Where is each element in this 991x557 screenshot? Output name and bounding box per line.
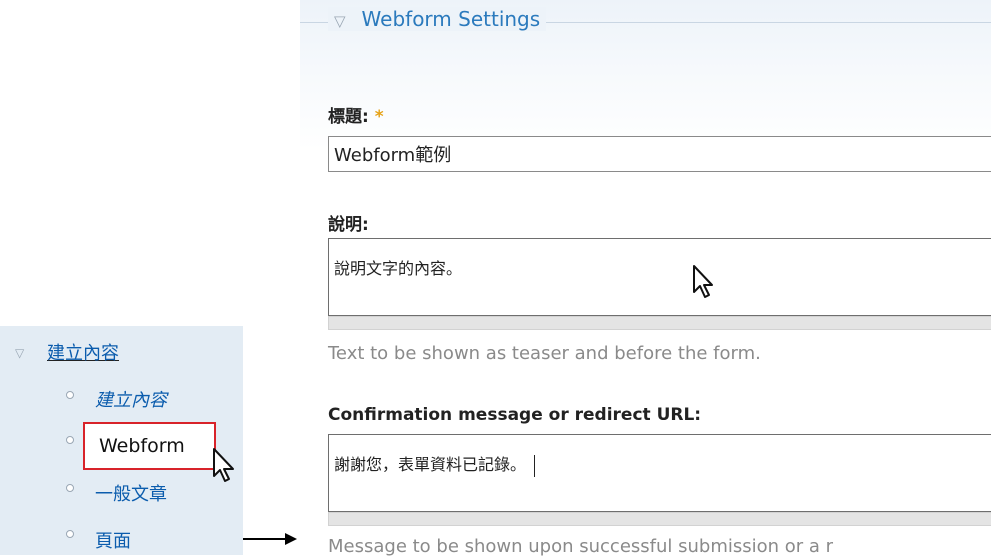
- nav-bullet-icon: [66, 391, 74, 399]
- mouse-pointer-icon: [693, 265, 713, 298]
- description-value: 說明文字的內容。: [334, 259, 463, 278]
- collapse-triangle-icon[interactable]: ▽: [334, 12, 346, 30]
- description-help-text: Text to be shown as teaser and before th…: [328, 343, 761, 364]
- confirmation-value: 謝謝您，表單資料已記錄。: [334, 455, 527, 474]
- nav-item-label[interactable]: 頁面: [95, 531, 131, 552]
- confirmation-resize-grip[interactable]: [328, 512, 991, 526]
- confirmation-help-text: Message to be shown upon successful subm…: [328, 536, 834, 557]
- description-resize-grip[interactable]: [328, 316, 991, 330]
- required-marker: *: [374, 107, 384, 127]
- text-caret: [534, 454, 536, 477]
- title-label: 標題: *: [328, 102, 384, 127]
- expand-triangle-icon[interactable]: ▽: [15, 346, 24, 360]
- webform-settings-panel: ▽ Webform Settings 標題: * Webform範例 說明: 說明…: [300, 0, 991, 557]
- nav-bullet-icon: [66, 436, 74, 444]
- nav-parent-label[interactable]: 建立內容: [47, 343, 119, 364]
- description-textarea[interactable]: 說明文字的內容。: [328, 238, 991, 316]
- nav-item-page[interactable]: 頁面: [95, 527, 131, 553]
- nav-item-label[interactable]: Webform: [99, 435, 185, 457]
- nav-item-label[interactable]: 一般文章: [95, 484, 167, 505]
- arrow-line: [243, 538, 285, 540]
- description-label: 說明:: [328, 215, 369, 235]
- fieldset-legend[interactable]: ▽ Webform Settings: [328, 7, 547, 31]
- confirmation-textarea[interactable]: 謝謝您，表單資料已記錄。: [328, 434, 991, 512]
- nav-item-create-content[interactable]: 建立內容: [95, 386, 167, 412]
- nav-item-label[interactable]: 建立內容: [95, 390, 167, 411]
- fieldset-legend-text[interactable]: Webform Settings: [362, 7, 541, 31]
- title-input[interactable]: Webform範例: [328, 136, 991, 172]
- nav-parent-link[interactable]: 建立內容: [47, 339, 119, 365]
- title-label-text: 標題:: [328, 107, 369, 127]
- nav-item-article[interactable]: 一般文章: [95, 480, 167, 506]
- arrow-right-icon: [285, 533, 297, 545]
- title-input-value: Webform範例: [334, 145, 452, 166]
- nav-bullet-icon: [66, 484, 74, 492]
- mouse-pointer-icon: [213, 448, 234, 482]
- confirmation-label: Confirmation message or redirect URL:: [328, 405, 702, 425]
- nav-bullet-icon: [66, 530, 74, 538]
- nav-item-webform[interactable]: Webform: [83, 422, 216, 470]
